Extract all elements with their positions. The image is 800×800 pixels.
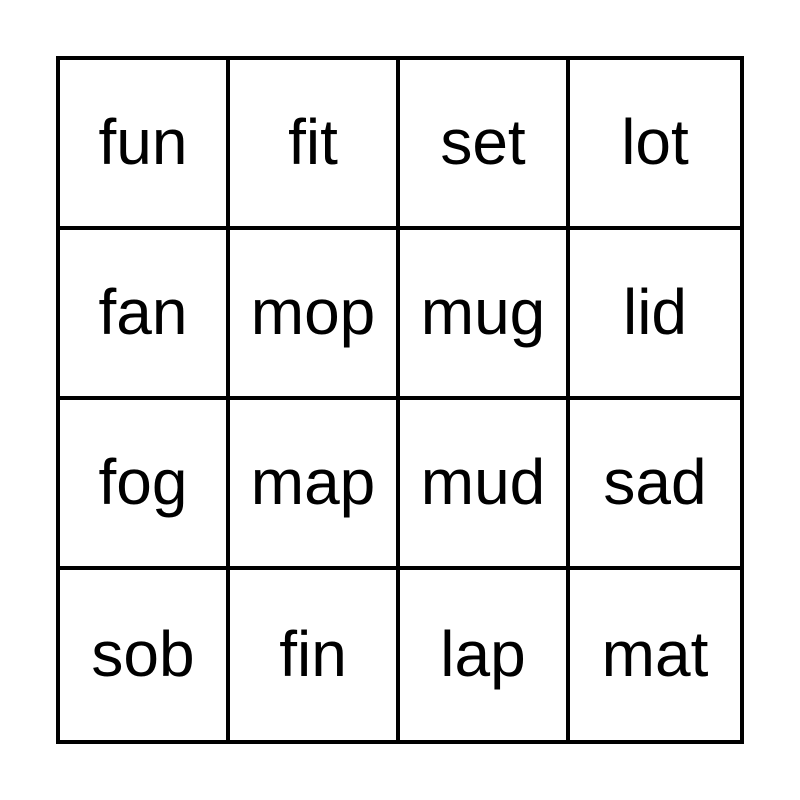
bingo-cell[interactable]: lot: [570, 60, 740, 230]
bingo-board: fun fit set lot fan mop mug lid fog map …: [56, 56, 744, 744]
bingo-cell[interactable]: fit: [230, 60, 400, 230]
bingo-cell[interactable]: fan: [60, 230, 230, 400]
bingo-cell[interactable]: set: [400, 60, 570, 230]
bingo-cell[interactable]: sob: [60, 570, 230, 740]
bingo-cell[interactable]: mud: [400, 400, 570, 570]
bingo-cell[interactable]: fin: [230, 570, 400, 740]
bingo-cell[interactable]: mat: [570, 570, 740, 740]
bingo-cell[interactable]: lap: [400, 570, 570, 740]
bingo-cell[interactable]: map: [230, 400, 400, 570]
bingo-cell[interactable]: mop: [230, 230, 400, 400]
bingo-cell[interactable]: sad: [570, 400, 740, 570]
bingo-cell[interactable]: fun: [60, 60, 230, 230]
bingo-cell[interactable]: fog: [60, 400, 230, 570]
bingo-cell[interactable]: mug: [400, 230, 570, 400]
bingo-cell[interactable]: lid: [570, 230, 740, 400]
